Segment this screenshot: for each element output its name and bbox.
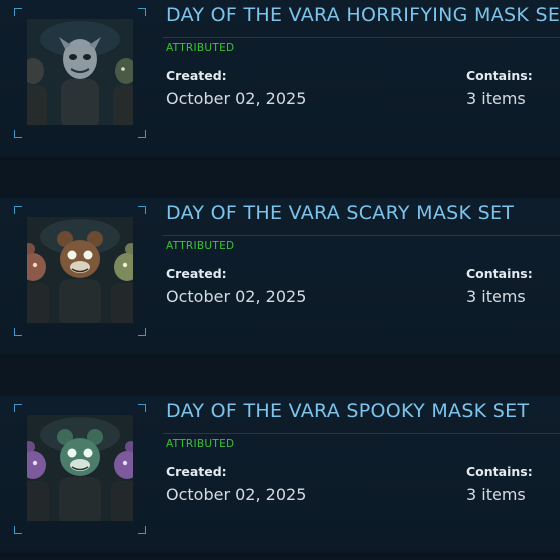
frame-corner: [138, 328, 146, 336]
attributed-badge: ATTRIBUTED: [166, 438, 235, 450]
frame-corner: [14, 130, 22, 138]
contains-label: Contains:: [466, 266, 533, 281]
frame-corner: [14, 328, 22, 336]
card-shadow: [0, 550, 560, 556]
title-divider: [163, 433, 560, 434]
created-label: Created:: [166, 68, 227, 83]
frame-corner: [14, 8, 22, 16]
frame-corner: [14, 404, 22, 412]
attributed-badge: ATTRIBUTED: [166, 42, 235, 54]
mask-set-card-scary[interactable]: DAY OF THE VARA SCARY MASK SET ATTRIBUTE…: [0, 198, 560, 358]
item-title[interactable]: DAY OF THE VARA SPOOKY MASK SET: [166, 400, 560, 422]
frame-corner: [138, 404, 146, 412]
spooky-mask-thumbnail-image: [27, 415, 133, 521]
frame-corner: [138, 206, 146, 214]
title-divider: [163, 37, 560, 38]
contains-label: Contains:: [466, 68, 533, 83]
created-date: October 02, 2025: [166, 485, 307, 504]
created-date: October 02, 2025: [166, 287, 307, 306]
contains-count: 3 items: [466, 485, 526, 504]
scary-mask-thumbnail-image: [27, 217, 133, 323]
thumbnail-frame[interactable]: [14, 8, 146, 138]
frame-corner: [14, 206, 22, 214]
item-title[interactable]: DAY OF THE VARA SCARY MASK SET: [166, 202, 560, 224]
horrifying-mask-thumbnail-image: [27, 19, 133, 125]
thumbnail-frame[interactable]: [14, 206, 146, 336]
title-divider: [163, 235, 560, 236]
frame-corner: [138, 8, 146, 16]
contains-count: 3 items: [466, 89, 526, 108]
item-title[interactable]: DAY OF THE VARA HORRIFYING MASK SET: [166, 4, 560, 26]
created-date: October 02, 2025: [166, 89, 307, 108]
card-shadow: [0, 352, 560, 358]
thumbnail-frame[interactable]: [14, 404, 146, 534]
created-label: Created:: [166, 464, 227, 479]
frame-corner: [138, 130, 146, 138]
mask-set-card-spooky[interactable]: DAY OF THE VARA SPOOKY MASK SET ATTRIBUT…: [0, 396, 560, 556]
frame-corner: [138, 526, 146, 534]
contains-label: Contains:: [466, 464, 533, 479]
attributed-badge: ATTRIBUTED: [166, 240, 235, 252]
frame-corner: [14, 526, 22, 534]
mask-set-card-horrifying[interactable]: DAY OF THE VARA HORRIFYING MASK SET ATTR…: [0, 0, 560, 160]
contains-count: 3 items: [466, 287, 526, 306]
created-label: Created:: [166, 266, 227, 281]
card-shadow: [0, 154, 560, 160]
